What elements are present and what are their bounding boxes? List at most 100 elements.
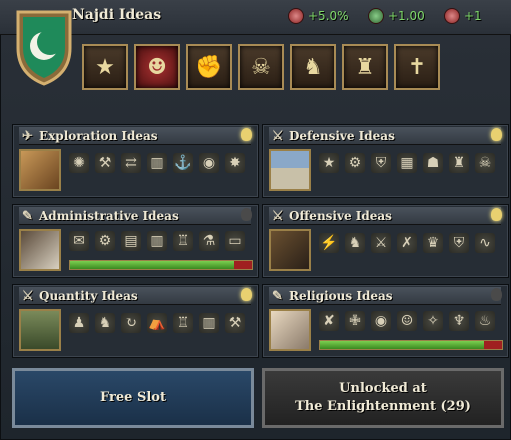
offensive-idea-icons: ⚡ ♞ ⚔ ✗ ♛ ⛨ ∿ <box>319 233 495 253</box>
ship-icon[interactable]: ⇄ <box>121 153 141 173</box>
hammer-icon[interactable]: ⚒ <box>225 313 245 333</box>
cross-icon[interactable]: ✙ <box>345 311 365 331</box>
administrative-picture <box>19 229 61 271</box>
tower-icon[interactable]: ♖ <box>173 313 193 333</box>
trade-modifier: +1.00 <box>368 8 425 24</box>
administrative-bulb-icon <box>241 208 252 221</box>
gear-icon[interactable]: ⚙ <box>95 231 115 251</box>
defensive-category-icon: ⚔ <box>272 129 284 144</box>
ledger-icon[interactable]: ▤ <box>121 231 141 251</box>
national-ideas-row: ★ ☻ ✊ ☠ ♞ ♜ ✝ <box>82 44 460 92</box>
panel-defensive[interactable]: ⚔ Defensive Ideas ★ ⚙ ⛨ ▦ ☗ ♜ ☠ <box>262 124 509 198</box>
panel-quantity-title: Quantity Ideas <box>39 289 138 303</box>
administrative-progress-remaining <box>233 261 252 269</box>
exploration-category-icon: ✈ <box>22 129 33 144</box>
chalice-icon[interactable]: ♆ <box>449 311 469 331</box>
skull-icon[interactable]: ☠ <box>475 153 495 173</box>
gold-icon[interactable]: ▥ <box>199 313 219 333</box>
cycle-icon[interactable]: ↻ <box>121 313 141 333</box>
torch-icon[interactable]: ♨ <box>475 311 495 331</box>
compass-icon[interactable]: ✺ <box>69 153 89 173</box>
panel-exploration[interactable]: ✈ Exploration Ideas ✺ ⚒ ⇄ ▥ ⚓ ◉ ✸ <box>12 124 259 198</box>
arrows-icon[interactable]: ✗ <box>397 233 417 253</box>
flask-icon[interactable]: ⚗ <box>199 231 219 251</box>
administrative-progress-bar <box>69 260 253 270</box>
tower-icon[interactable]: ♖ <box>173 231 193 251</box>
offensive-picture <box>269 229 311 271</box>
religious-progress-bar <box>319 340 503 350</box>
crown-icon[interactable]: ♛ <box>423 233 443 253</box>
telescope-icon[interactable]: ⚒ <box>95 153 115 173</box>
national-idea-1-icon[interactable]: ★ <box>82 44 128 90</box>
orb-icon[interactable]: ◉ <box>371 311 391 331</box>
fort-icon[interactable]: ★ <box>319 153 339 173</box>
quantity-bulb-icon <box>241 288 252 301</box>
sun-icon[interactable]: ✸ <box>225 153 245 173</box>
panel-quantity[interactable]: ⚔ Quantity Ideas ♟ ♞ ↻ ⛺ ♖ ▥ ⚒ <box>12 284 259 358</box>
religious-progress-fill <box>320 341 484 349</box>
shield-icon[interactable]: ⛨ <box>449 233 469 253</box>
stability-icon <box>288 8 304 24</box>
diplomat-value: +1 <box>464 9 482 23</box>
window-title: Najdi Ideas <box>72 7 162 23</box>
exploration-bulb-icon <box>241 128 252 141</box>
coins-icon[interactable]: ▥ <box>147 231 167 251</box>
map-icon[interactable]: ▭ <box>225 231 245 251</box>
national-idea-6-icon[interactable]: ♜ <box>342 44 388 90</box>
cavalry-icon[interactable]: ♞ <box>95 313 115 333</box>
sword-icon[interactable]: ⚔ <box>371 233 391 253</box>
offensive-category-icon: ⚔ <box>272 209 284 224</box>
administrative-progress-fill <box>70 261 234 269</box>
locked-slot-label-1: Unlocked at <box>339 381 427 396</box>
camp-icon[interactable]: ⛺ <box>147 313 167 333</box>
stability-value: +5.0% <box>308 9 349 23</box>
panel-administrative-title: Administrative Ideas <box>39 209 179 223</box>
castle-icon[interactable]: ♜ <box>449 153 469 173</box>
locked-slot-button[interactable]: Unlocked at The Enlightenment (29) <box>262 368 504 428</box>
face-icon[interactable]: ☺ <box>397 311 417 331</box>
rope-icon[interactable]: ∿ <box>475 233 495 253</box>
national-idea-2-icon[interactable]: ☻ <box>134 44 180 90</box>
national-idea-4-icon[interactable]: ☠ <box>238 44 284 90</box>
bolt-icon[interactable]: ⚡ <box>319 233 339 253</box>
diplomat-icon <box>444 8 460 24</box>
national-idea-3-icon[interactable]: ✊ <box>186 44 232 90</box>
scroll-icon[interactable]: ✉ <box>69 231 89 251</box>
panel-religious[interactable]: ✎ Religious Ideas ✘ ✙ ◉ ☺ ✧ ♆ ♨ <box>262 284 509 358</box>
defensive-picture <box>269 149 311 191</box>
panel-administrative[interactable]: ✎ Administrative Ideas ✉ ⚙ ▤ ▥ ♖ ⚗ ▭ <box>12 204 259 278</box>
stability-modifier: +5.0% <box>288 8 349 24</box>
coins-icon[interactable]: ▥ <box>147 153 167 173</box>
locked-slot-label-2: The Enlightenment (29) <box>295 399 471 414</box>
free-slot-label: Free Slot <box>100 390 166 405</box>
national-idea-7-icon[interactable]: ✝ <box>394 44 440 90</box>
panel-defensive-title: Defensive Ideas <box>289 129 395 143</box>
national-idea-5-icon[interactable]: ♞ <box>290 44 336 90</box>
panel-exploration-title: Exploration Ideas <box>39 129 158 143</box>
religious-bulb-icon <box>491 288 502 301</box>
defensive-bulb-icon <box>491 128 502 141</box>
panel-offensive[interactable]: ⚔ Offensive Ideas ⚡ ♞ ⚔ ✗ ♛ ⛨ ∿ <box>262 204 509 278</box>
globe-icon[interactable]: ◉ <box>199 153 219 173</box>
defensive-idea-icons: ★ ⚙ ⛨ ▦ ☗ ♜ ☠ <box>319 153 495 173</box>
dove-icon[interactable]: ✧ <box>423 311 443 331</box>
free-slot-button[interactable]: Free Slot <box>12 368 254 428</box>
quantity-category-icon: ⚔ <box>22 289 34 304</box>
cannon-icon[interactable]: ⚙ <box>345 153 365 173</box>
religious-progress-remaining <box>483 341 502 349</box>
country-shield-icon[interactable] <box>14 8 74 86</box>
quantity-idea-icons: ♟ ♞ ↻ ⛺ ♖ ▥ ⚒ <box>69 313 245 333</box>
religious-category-icon: ✎ <box>272 289 283 304</box>
wall-icon[interactable]: ▦ <box>397 153 417 173</box>
shield-icon[interactable]: ⛨ <box>371 153 391 173</box>
book-icon[interactable]: ✘ <box>319 311 339 331</box>
soldier-icon[interactable]: ♟ <box>69 313 89 333</box>
helmet-icon[interactable]: ☗ <box>423 153 443 173</box>
horse-icon[interactable]: ♞ <box>345 233 365 253</box>
diplomat-modifier: +1 <box>444 8 482 24</box>
trade-icon <box>368 8 384 24</box>
quantity-picture <box>19 309 61 351</box>
offensive-bulb-icon <box>491 208 502 221</box>
anchor-icon[interactable]: ⚓ <box>173 153 193 173</box>
administrative-category-icon: ✎ <box>22 209 33 224</box>
